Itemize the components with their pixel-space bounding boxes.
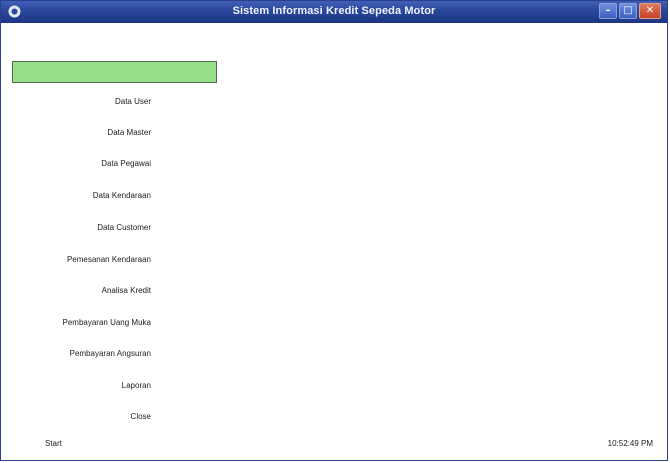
header-bar (12, 61, 217, 83)
start-label[interactable]: Start (45, 439, 62, 448)
minimize-button[interactable]: – (599, 3, 617, 19)
clock-label: 10:52:49 PM (607, 439, 653, 448)
window-title: Sistem Informasi Kredit Sepeda Motor (232, 5, 436, 17)
menu-item-data-master[interactable]: Data Master (1, 128, 151, 137)
menu-item-data-customer[interactable]: Data Customer (1, 223, 151, 232)
menu-item-pembayaran-angsuran[interactable]: Pembayaran Angsuran (1, 349, 151, 358)
menu-item-data-pegawai[interactable]: Data Pegawai (1, 159, 151, 168)
title-bar[interactable]: Sistem Informasi Kredit Sepeda Motor – □… (1, 1, 667, 23)
menu-item-data-user[interactable]: Data User (1, 97, 151, 106)
close-window-button[interactable]: ✕ (639, 3, 661, 19)
menu-item-laporan[interactable]: Laporan (1, 381, 151, 390)
menu-item-close[interactable]: Close (1, 412, 151, 421)
menu-item-data-kendaraan[interactable]: Data Kendaraan (1, 191, 151, 200)
app-window: Sistem Informasi Kredit Sepeda Motor – □… (0, 0, 668, 461)
maximize-button[interactable]: □ (619, 3, 637, 19)
menu-item-pemesanan-kendaraan[interactable]: Pemesanan Kendaraan (1, 255, 151, 264)
menu-item-analisa-kredit[interactable]: Analisa Kredit (1, 286, 151, 295)
menu-item-pembayaran-uang-muka[interactable]: Pembayaran Uang Muka (1, 318, 152, 327)
